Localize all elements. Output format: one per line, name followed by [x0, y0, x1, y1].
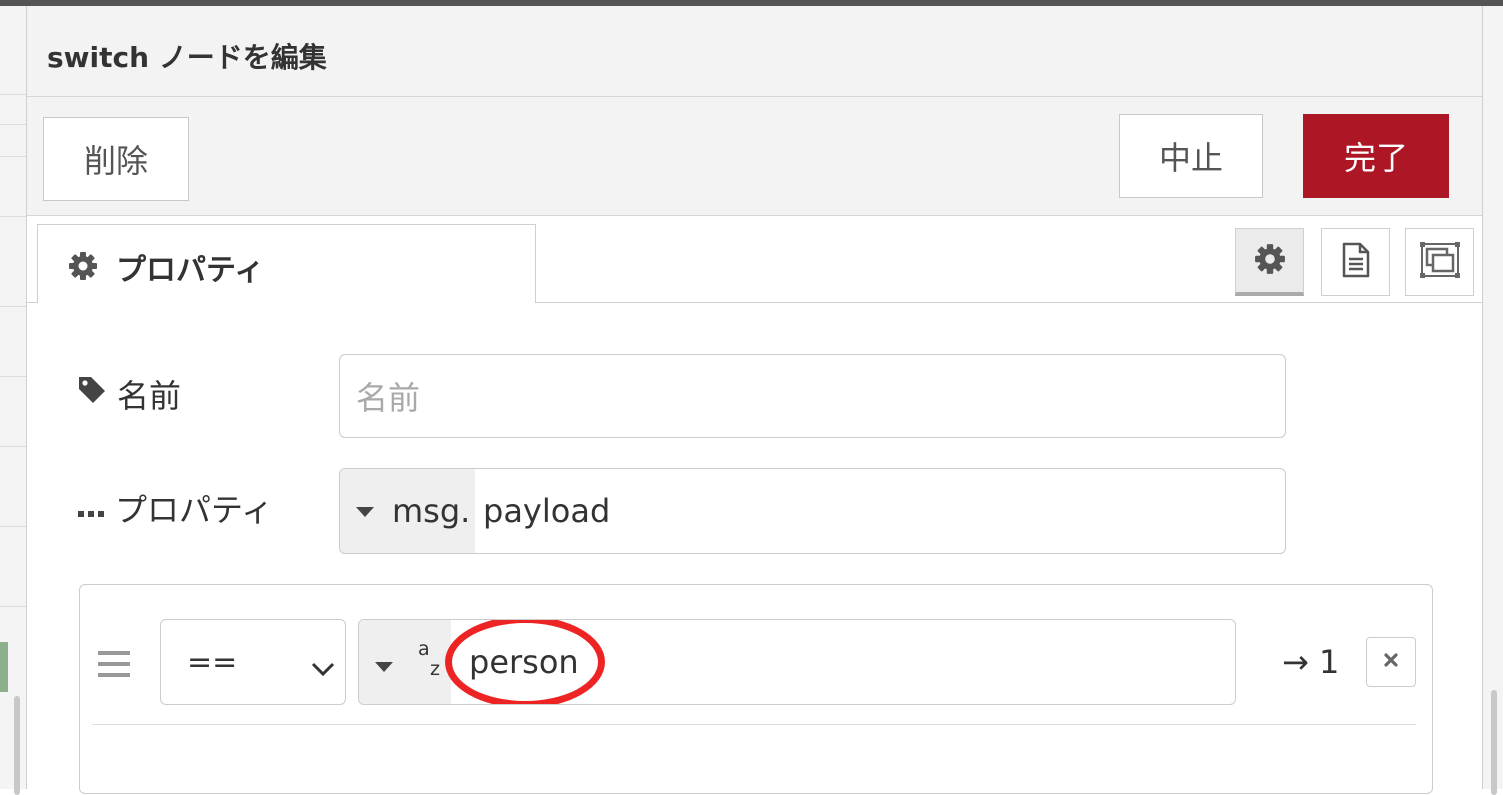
tab-properties-label: プロパティ	[116, 253, 265, 288]
rule-operator-select[interactable]: ==	[160, 619, 346, 705]
property-type-prefix: msg.	[392, 492, 471, 530]
rule-output-label: → 1	[1282, 643, 1340, 681]
edit-node-dialog: switch ノードを編集 削除 中止 完了 プロパティ 名前 名前 プロパティ…	[27, 6, 1482, 794]
delete-button[interactable]: 削除	[43, 117, 189, 201]
description-view-button[interactable]	[1321, 228, 1390, 296]
ellipsis-icon	[77, 489, 115, 527]
property-label-text: プロパティ	[115, 491, 274, 529]
gear-icon	[68, 251, 98, 285]
dialog-title: switch ノードを編集	[47, 41, 327, 74]
property-typed-input[interactable]: msg. payload	[339, 468, 1286, 554]
tab-strip: プロパティ	[27, 216, 1482, 303]
string-az-icon-z: z	[430, 658, 440, 680]
document-icon	[1340, 242, 1372, 282]
name-label: 名前	[77, 371, 181, 417]
rule-value-field[interactable]: person	[469, 620, 579, 704]
tab-properties[interactable]: プロパティ	[37, 224, 536, 303]
done-button[interactable]: 完了	[1303, 114, 1449, 198]
caret-down-icon	[356, 502, 374, 521]
properties-panel: 名前 名前 プロパティ msg. payload == a z person →…	[27, 303, 1482, 794]
string-az-icon-a: a	[418, 638, 430, 660]
property-type-selector[interactable]: msg.	[340, 469, 475, 553]
right-scrollbar[interactable]	[1491, 690, 1497, 795]
gear-icon	[1254, 243, 1286, 279]
rule-value-typed-input[interactable]: a z person	[358, 619, 1236, 705]
remove-rule-button[interactable]	[1366, 637, 1416, 687]
rule-row: == a z person → 1	[80, 585, 1432, 725]
name-input[interactable]: 名前	[339, 354, 1286, 438]
property-label: プロパティ	[77, 485, 273, 531]
tag-icon	[77, 375, 117, 413]
rule-value-type-selector[interactable]: a z	[359, 620, 451, 704]
rules-container: == a z person → 1	[79, 584, 1433, 794]
dialog-titlebar: switch ノードを編集	[27, 6, 1482, 97]
appearance-view-button[interactable]	[1405, 228, 1474, 296]
property-value-field[interactable]: payload	[483, 469, 610, 553]
drag-handle-icon[interactable]	[98, 651, 130, 681]
caret-down-icon	[375, 657, 393, 676]
name-label-text: 名前	[117, 377, 182, 415]
string-az-icon: a z	[416, 638, 446, 688]
right-workspace-edge	[1482, 6, 1503, 795]
rule-operator-value: ==	[187, 644, 238, 680]
properties-view-button[interactable]	[1235, 228, 1304, 296]
left-workspace-edge	[0, 6, 27, 795]
cancel-button[interactable]: 中止	[1119, 114, 1263, 198]
close-icon	[1383, 652, 1399, 672]
left-scrollbar[interactable]	[14, 696, 20, 795]
chevron-down-icon	[311, 650, 335, 685]
frames-icon	[1419, 241, 1461, 283]
dialog-button-bar: 削除 中止 完了	[27, 97, 1482, 216]
rule-divider	[92, 724, 1416, 725]
